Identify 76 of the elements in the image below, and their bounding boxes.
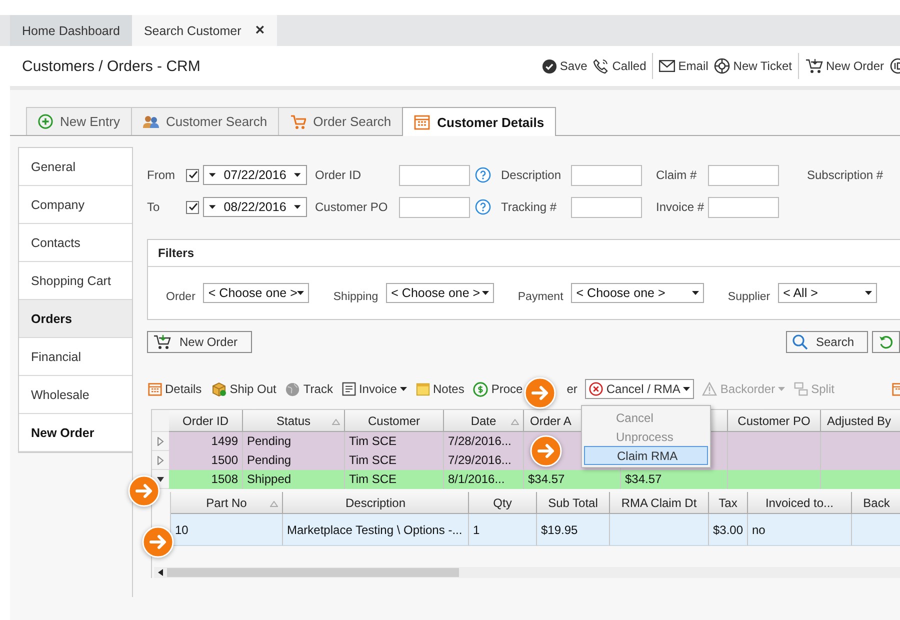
toolbar-button[interactable]: New Order xyxy=(804,58,884,74)
date-picker[interactable]: 08/22/2016 xyxy=(203,197,307,217)
field-label: Supplier xyxy=(728,290,770,303)
column-header[interactable]: Order ID xyxy=(169,410,243,432)
table-cell: Tim SCE xyxy=(345,470,444,489)
toolbar-button[interactable]: Invoice xyxy=(340,379,408,399)
column-header[interactable]: Qty xyxy=(469,492,537,514)
section-tab[interactable]: Customer Details xyxy=(402,107,556,136)
table-cell: $19.95 xyxy=(537,514,610,546)
column-header[interactable]: Date xyxy=(444,410,524,432)
new-order-button[interactable]: New Order xyxy=(147,331,252,353)
table-cell: 1500 xyxy=(169,451,243,470)
field-label: Payment xyxy=(518,290,564,303)
column-header[interactable]: RMA Claim Dt xyxy=(610,492,709,514)
field-label: Order xyxy=(166,290,196,303)
column-header[interactable]: Description xyxy=(283,492,469,514)
table-cell: 1499 xyxy=(169,432,243,451)
table-cell: 1508 xyxy=(169,470,243,489)
toolbar-button[interactable]: Save xyxy=(542,58,588,74)
toolbar-button[interactable]: Ship Out xyxy=(210,379,278,399)
section-tab[interactable]: New Entry xyxy=(26,107,132,135)
search-button[interactable]: Search xyxy=(786,331,868,353)
table-cell: $34.57 xyxy=(621,470,728,489)
toolbar-button[interactable]: Details xyxy=(147,379,203,399)
toolbar-button[interactable]: Called xyxy=(593,58,646,74)
table-cell: Pending xyxy=(243,432,345,451)
document-tab[interactable]: Search Customer × xyxy=(132,15,277,46)
close-icon[interactable]: × xyxy=(255,22,265,40)
toolbar-button[interactable]: Track xyxy=(284,379,334,399)
date-picker[interactable]: 07/22/2016 xyxy=(203,165,307,185)
section-tab[interactable]: Order Search xyxy=(278,107,404,135)
field-label: Shipping xyxy=(333,290,378,303)
dropdown[interactable]: < Choose one > xyxy=(203,283,310,303)
section-tab[interactable]: Customer Search xyxy=(130,107,280,135)
field-label: Claim # xyxy=(656,168,698,182)
field-label: Subscription # xyxy=(807,168,884,182)
table-cell: Tim SCE xyxy=(345,451,444,470)
column-header[interactable]: Customer PO xyxy=(728,410,821,432)
page-title: Customers / Orders - CRM xyxy=(22,58,200,74)
table-cell: 10 xyxy=(171,514,283,546)
table-cell: $34.57 xyxy=(524,470,621,489)
table-cell: Tim SCE xyxy=(345,432,444,451)
panel-title: Filters xyxy=(158,246,194,260)
table-cell: Shipped xyxy=(243,470,345,489)
column-header[interactable]: Status xyxy=(243,410,345,432)
table-cell: 8/1/2016... xyxy=(444,470,524,489)
sidebar-item[interactable]: Orders xyxy=(19,300,132,338)
document-tab[interactable]: Home Dashboard xyxy=(10,15,132,46)
toolbar-button[interactable]: Notes xyxy=(414,379,466,399)
toolbar-button[interactable]: New Ticket xyxy=(714,58,792,74)
menu-item[interactable]: Claim RMA xyxy=(584,446,708,465)
field-label: From xyxy=(147,168,174,182)
table-cell: no xyxy=(748,514,852,546)
field-label: Tracking # xyxy=(501,200,558,214)
dropdown[interactable]: < Choose one > xyxy=(571,283,704,303)
toolbar-button[interactable]: Proce er xyxy=(472,379,578,399)
table-cell: $3.00 xyxy=(709,514,748,546)
dropdown[interactable]: < Choose one > xyxy=(386,283,494,303)
column-header[interactable]: Tax xyxy=(709,492,748,514)
field-label: Invoice # xyxy=(656,200,706,214)
toolbar-button[interactable]: Email xyxy=(659,59,708,73)
field-label: Order ID xyxy=(315,168,362,182)
column-header[interactable]: Part No xyxy=(171,492,283,514)
field-label: Customer PO xyxy=(315,200,389,214)
column-header[interactable]: Invoiced to... xyxy=(748,492,852,514)
table-cell: 7/29/2016... xyxy=(444,451,524,470)
field-label: To xyxy=(147,200,161,214)
column-header[interactable]: Customer xyxy=(345,410,444,432)
table-cell: Pending xyxy=(243,451,345,470)
field-label: Description xyxy=(501,168,562,182)
table-cell: Marketplace Testing \ Options -... xyxy=(283,514,469,546)
toolbar-button[interactable]: Cancel / RMA xyxy=(585,379,694,399)
dropdown[interactable]: < All > xyxy=(778,283,877,303)
column-header[interactable]: Sub Total xyxy=(537,492,610,514)
table-cell: 7/28/2016... xyxy=(444,432,524,451)
table-cell: 1 xyxy=(469,514,537,546)
